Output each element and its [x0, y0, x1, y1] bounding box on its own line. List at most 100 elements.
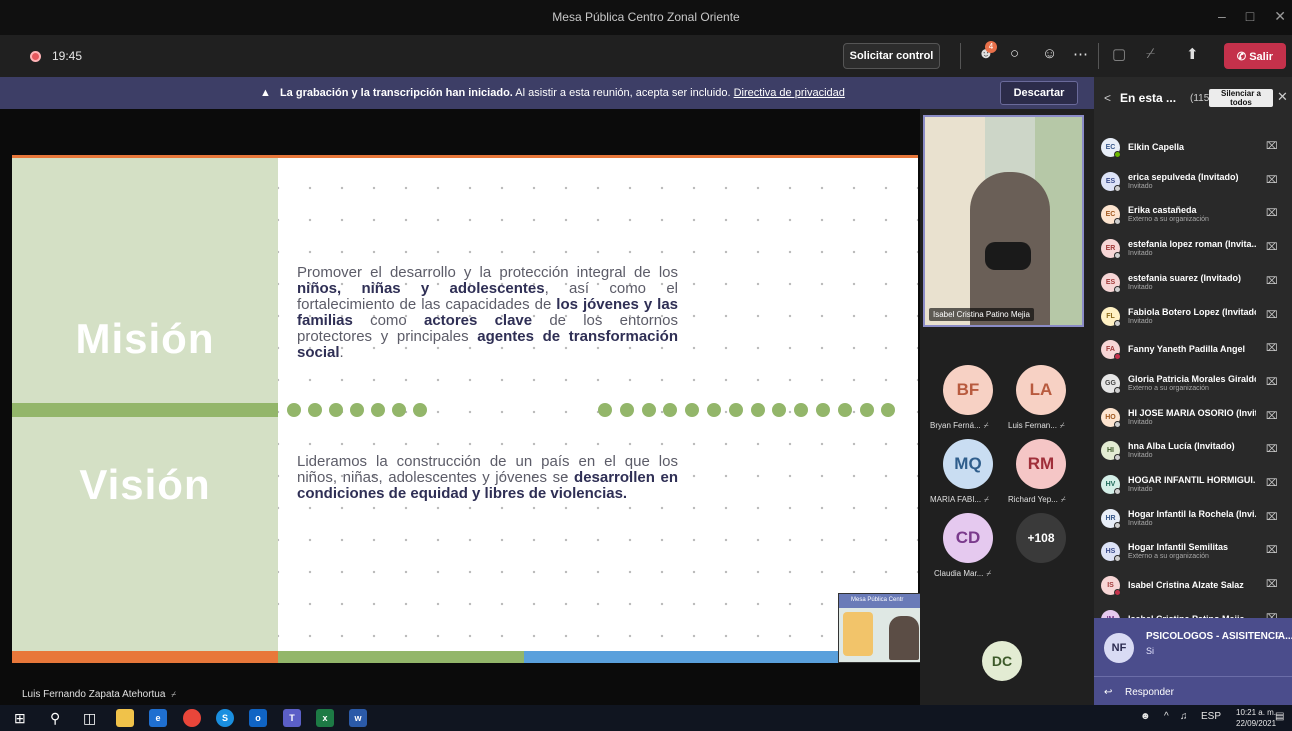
mic-off-icon[interactable]: ⌧: [1266, 411, 1278, 422]
participant-row[interactable]: HS Hogar Infantil Semilitas Externo a su o…: [1094, 535, 1292, 568]
camera-off-icon[interactable]: ▢: [1112, 45, 1126, 63]
participants-badge: 4: [985, 41, 997, 53]
participant-name: HI JOSE MARIA OSORIO (Invit...: [1128, 407, 1256, 418]
slide-dot: [287, 403, 301, 417]
participant-tile-name: Bryan Ferná... ⌿: [930, 421, 989, 431]
participant-row[interactable]: FL Fabiola Botero Lopez (Invitado) Invitad…: [1094, 300, 1292, 333]
presence-status-icon: [1114, 252, 1121, 260]
taskbar-clock[interactable]: 10:21 a. m. 22/09/2021: [1236, 707, 1276, 729]
slide-dot: [371, 403, 385, 417]
reactions-icon[interactable]: ☺: [1042, 45, 1057, 62]
emphasis-text: actores clave: [423, 312, 533, 329]
reply-button[interactable]: ↩ Responder: [1094, 676, 1292, 706]
mic-off-icon[interactable]: ⌧: [1266, 512, 1278, 523]
mic-off-icon[interactable]: ⌧: [1266, 478, 1278, 489]
mic-off-icon[interactable]: ⌧: [1266, 579, 1278, 590]
mic-off-icon[interactable]: ⌧: [1266, 242, 1278, 253]
chrome-icon[interactable]: [183, 709, 201, 727]
mic-off-icon[interactable]: ⌧: [1266, 343, 1278, 354]
outlook-icon[interactable]: o: [249, 709, 267, 727]
participant-row[interactable]: IS Isabel Cristina Alzate Salaz ⌧: [1094, 569, 1292, 602]
mic-off-icon[interactable]: ⌧: [1266, 175, 1278, 186]
participant-subtitle: Invitado: [1128, 250, 1153, 258]
participant-avatar[interactable]: BF: [943, 365, 993, 415]
language-indicator[interactable]: ESP: [1201, 711, 1221, 722]
chat-icon[interactable]: ○: [1275, 629, 1282, 641]
participant-avatar[interactable]: LA: [1016, 365, 1066, 415]
participant-row[interactable]: HR Hogar Infantil la Rochela (Invi... Invi…: [1094, 502, 1292, 535]
privacy-link[interactable]: Directiva de privacidad: [734, 87, 845, 99]
mic-off-icon: ⌿: [986, 569, 992, 578]
skype-icon[interactable]: S: [216, 709, 234, 727]
participant-avatar[interactable]: DC: [982, 641, 1022, 681]
minimize-button[interactable]: –: [1218, 8, 1226, 25]
participant-row[interactable]: EC Elkin Capella ⌧: [1094, 131, 1292, 164]
dismiss-button[interactable]: Descartar: [1000, 81, 1078, 105]
participant-row[interactable]: HI hna Alba Lucía (Invitado) Invitado ⌧: [1094, 434, 1292, 467]
more-icon[interactable]: ⋯: [1073, 45, 1088, 63]
participant-name: erica sepulveda (Invitado): [1128, 171, 1239, 182]
close-window-button[interactable]: ✕: [1274, 8, 1286, 25]
participant-row[interactable]: HO HI JOSE MARIA OSORIO (Invit... Invitado…: [1094, 401, 1292, 434]
notifications-icon[interactable]: ▤: [1275, 711, 1284, 722]
chevron-up-icon[interactable]: ^: [1164, 711, 1169, 722]
mic-off-icon: ⌿: [984, 495, 989, 504]
chat-icon[interactable]: ○: [1010, 45, 1019, 62]
participant-row[interactable]: FA Fanny Yaneth Padilla Angel ⌧: [1094, 333, 1292, 366]
slide-dot: [598, 403, 612, 417]
people-tray-icon[interactable]: ☻: [1140, 711, 1151, 722]
windows-start-icon[interactable]: ⊞: [14, 710, 26, 727]
presence-status-icon: [1114, 589, 1121, 597]
leave-button[interactable]: ✆ Salir: [1224, 43, 1286, 69]
participant-subtitle: Externo a su organización: [1128, 384, 1209, 392]
window-title: Mesa Pública Centro Zonal Oriente: [552, 10, 740, 24]
participant-row[interactable]: EC Erika castañeda Externo a su organizaci…: [1094, 198, 1292, 231]
mic-off-icon[interactable]: ⌧: [1266, 276, 1278, 287]
participant-avatar[interactable]: CD: [943, 513, 993, 563]
mic-off-icon[interactable]: ⌧: [1266, 310, 1278, 321]
mic-off-icon[interactable]: ⌧: [1266, 377, 1278, 388]
participant-row[interactable]: ES erica sepulveda (Invitado) Invitado ⌧: [1094, 165, 1292, 198]
close-icon[interactable]: ✕: [1277, 89, 1288, 105]
task-view-icon[interactable]: ◫: [83, 710, 96, 727]
chat-notification[interactable]: NF PSICOLOGOS - ASISITENCIA... Si ○ ↩ Re…: [1094, 618, 1292, 706]
participant-row[interactable]: GG Gloria Patricia Morales Giraldo Externo…: [1094, 367, 1292, 400]
participant-row[interactable]: HV HOGAR INFANTIL HORMIGUI... Invitado ⌧: [1094, 468, 1292, 501]
screen-share-preview[interactable]: Mesa Pública Centr: [838, 593, 922, 663]
video-tile[interactable]: Isabel Cristina Patino Mejia: [923, 115, 1084, 327]
maximize-button[interactable]: □: [1246, 8, 1254, 25]
participant-name: Hogar Infantil la Rochela (Invi...: [1128, 508, 1256, 519]
preview-image: [889, 616, 919, 660]
participant-avatar[interactable]: MQ: [943, 439, 993, 489]
presenter-label: Luis Fernando Zapata Atehortua: [22, 689, 166, 700]
volume-icon[interactable]: ♫: [1180, 711, 1188, 722]
mic-off-icon[interactable]: ⌿: [1146, 45, 1155, 62]
toolbar-divider: [960, 43, 961, 69]
slide-divider-bar: [12, 403, 278, 417]
mute-all-button[interactable]: Silenciar a todos: [1209, 89, 1273, 107]
recording-banner: ▲ La grabación y la transcripción han in…: [0, 77, 1094, 109]
tile-name-text: MARIA FABI...: [930, 495, 982, 504]
mic-off-icon[interactable]: ⌧: [1266, 208, 1278, 219]
chevron-left-icon[interactable]: <: [1104, 91, 1111, 105]
edge-icon[interactable]: e: [149, 709, 167, 727]
shared-slide: Misión Visión: [12, 155, 918, 663]
search-icon[interactable]: ⚲: [50, 710, 60, 727]
participant-subtitle: Invitado: [1128, 452, 1153, 460]
mic-off-icon[interactable]: ⌧: [1266, 141, 1278, 152]
more-participants-tile[interactable]: +108: [1016, 513, 1066, 563]
participant-avatar[interactable]: RM: [1016, 439, 1066, 489]
word-icon[interactable]: w: [349, 709, 367, 727]
file-explorer-icon[interactable]: [116, 709, 134, 727]
excel-icon[interactable]: x: [316, 709, 334, 727]
participant-name: Hogar Infantil Semilitas: [1128, 542, 1229, 553]
presence-status-icon: [1114, 454, 1121, 462]
participant-row[interactable]: ER estefania lopez roman (Invita... Invita…: [1094, 232, 1292, 265]
teams-icon[interactable]: T: [283, 709, 301, 727]
participant-row[interactable]: ES estefania suarez (Invitado) Invitado ⌧: [1094, 266, 1292, 299]
mic-off-icon[interactable]: ⌧: [1266, 545, 1278, 556]
mic-off-icon[interactable]: ⌧: [1266, 444, 1278, 455]
share-icon[interactable]: ⬆: [1186, 45, 1199, 63]
request-control-button[interactable]: Solicitar control: [843, 43, 940, 69]
participant-name: Fanny Yaneth Padilla Angel: [1128, 344, 1246, 355]
